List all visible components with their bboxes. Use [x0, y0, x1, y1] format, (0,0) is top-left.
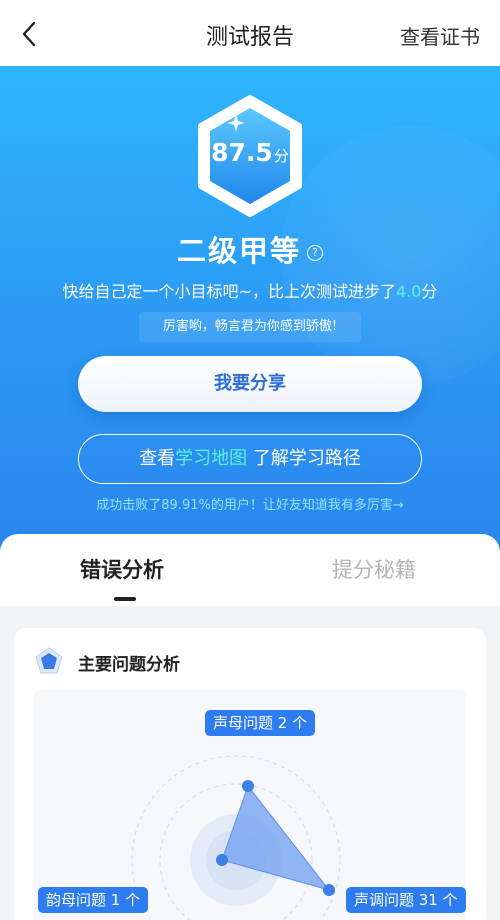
progress-suffix: 分 [421, 282, 438, 301]
progress-text: 快给自己定一个小目标吧~，比上次测试进步了4.0分 [0, 278, 500, 302]
help-icon[interactable]: ? [307, 245, 323, 261]
main-problems-card: 主要问题分析 声母问题 2 个 韵母问题 1 个 声调问题 31 个 [14, 628, 486, 920]
analysis-tabs: 错误分析 提分秘籍 [0, 534, 500, 606]
beat-users-link[interactable]: 成功击败了89.91%的用户！让好友知道我有多厉害→ [0, 494, 500, 513]
tab-error-analysis[interactable]: 错误分析 [80, 554, 164, 584]
score-value: 87.5分 [195, 138, 305, 167]
finals-problem-tag: 韵母问题 1 个 [38, 887, 149, 913]
active-tab-indicator [114, 597, 136, 601]
map-prefix: 查看 [139, 448, 176, 469]
card-title: 主要问题分析 [78, 655, 180, 675]
initials-problem-tag: 声母问题 2 个 [205, 710, 316, 736]
pentagon-chart-icon [35, 647, 63, 674]
radar-point-tones [323, 884, 335, 896]
radar-point-finals [216, 854, 228, 866]
top-nav: 测试报告 查看证书 [0, 0, 500, 66]
result-hero: 87.5分 二级甲等? 快给自己定一个小目标吧~，比上次测试进步了4.0分 厉害… [0, 66, 500, 566]
praise-banner: 厉害哟，畅言君为你感到骄傲! [139, 312, 361, 342]
score-badge: 87.5分 [195, 94, 305, 218]
progress-value: 4.0 [395, 282, 422, 301]
learning-map-link: 学习地图 [175, 448, 248, 469]
radar-point-initials [242, 780, 254, 792]
tab-score-tips[interactable]: 提分秘籍 [332, 554, 416, 584]
score-unit: 分 [273, 147, 289, 165]
progress-prefix: 快给自己定一个小目标吧~，比上次测试进步了 [62, 282, 396, 301]
level-title: 二级甲等? [0, 228, 500, 270]
score-number: 87.5 [211, 138, 273, 167]
share-button[interactable]: 我要分享 [78, 356, 422, 412]
view-certificate-link[interactable]: 查看证书 [400, 21, 480, 50]
map-suffix: 了解学习路径 [247, 448, 361, 469]
learning-map-button[interactable]: 查看学习地图 了解学习路径 [78, 434, 422, 484]
tones-problem-tag: 声调问题 31 个 [346, 887, 466, 913]
radar-chart: 声母问题 2 个 韵母问题 1 个 声调问题 31 个 [34, 690, 466, 920]
level-text: 二级甲等 [176, 234, 301, 268]
